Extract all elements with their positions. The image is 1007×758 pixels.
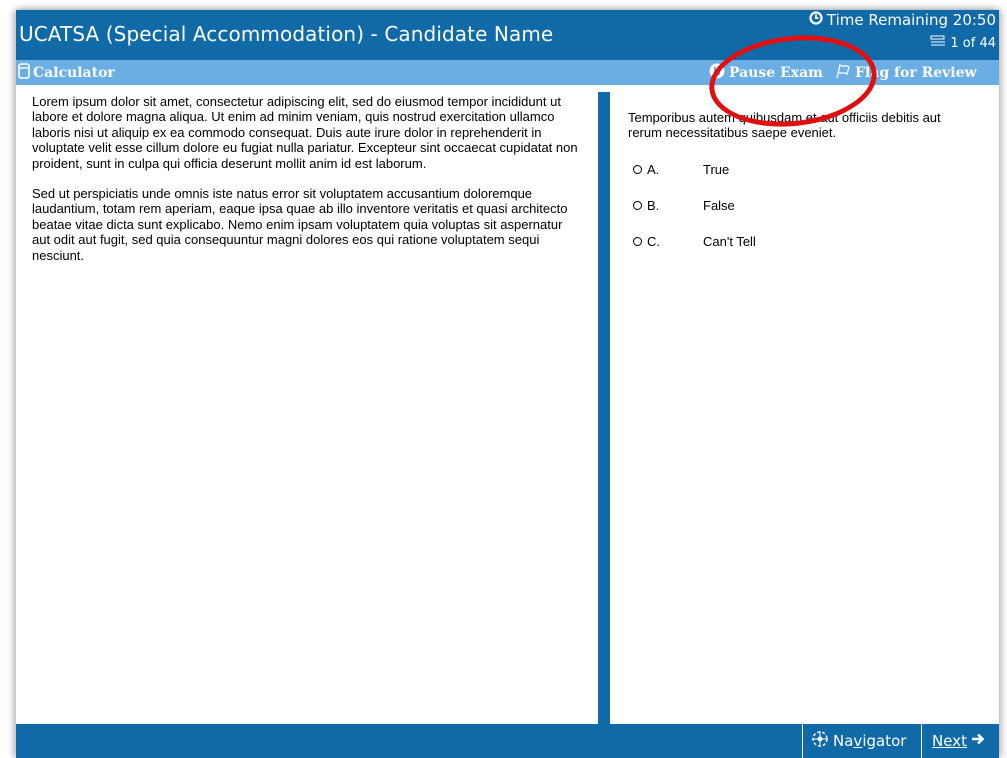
radio-button[interactable] [633, 237, 642, 246]
next-button[interactable]: Next [921, 724, 991, 758]
passage-paragraph: Sed ut perspiciatis unde omnis iste natu… [32, 186, 568, 263]
flag-for-review-label: Flag for Review [855, 65, 977, 81]
option-label: False [703, 198, 735, 213]
footer-bar: Navigator Next [16, 724, 999, 758]
clock-icon [809, 11, 823, 29]
option-b[interactable]: B. False [633, 198, 756, 234]
option-a[interactable]: A. True [633, 162, 756, 198]
pane-divider[interactable] [598, 92, 610, 733]
time-remaining-text: Time Remaining 20:50 [826, 11, 996, 29]
navigator-label: Navigator [833, 732, 907, 750]
option-label: Can't Tell [703, 234, 756, 249]
arrow-right-icon [971, 732, 985, 750]
next-label: Next [932, 732, 967, 750]
time-remaining: Time Remaining 20:50 [809, 11, 996, 29]
navigator-icon [811, 730, 829, 752]
flag-icon [835, 63, 851, 83]
app-title: UCATSA (Special Accommodation) - Candida… [19, 22, 554, 46]
exam-window: UCATSA (Special Accommodation) - Candida… [16, 10, 999, 758]
option-letter: C. [647, 234, 660, 249]
calculator-icon [18, 63, 30, 83]
radio-button[interactable] [633, 165, 642, 174]
question-stem: Temporibus autem quibusdam et aut offici… [628, 110, 941, 141]
option-letter: B. [647, 198, 660, 213]
passage-text: Lorem ipsum dolor sit amet, consectetur … [32, 94, 582, 278]
calculator-label: Calculator [33, 65, 115, 81]
option-c[interactable]: C. Can't Tell [633, 234, 756, 270]
calculator-button[interactable]: Calculator [18, 63, 115, 83]
question-counter-text: 1 of 44 [950, 35, 996, 51]
pause-exam-label: Pause Exam [729, 65, 823, 81]
title-bar: UCATSA (Special Accommodation) - Candida… [16, 10, 999, 60]
passage-paragraph: Lorem ipsum dolor sit amet, consectetur … [32, 94, 578, 171]
navigator-button[interactable]: Navigator [802, 724, 914, 758]
option-letter: A. [647, 162, 660, 177]
stack-icon [930, 35, 946, 51]
option-label: True [703, 162, 730, 177]
toolbar: Calculator Pause Exam Flag for Review [16, 60, 999, 85]
pause-exam-button[interactable]: Pause Exam [709, 63, 823, 83]
flag-for-review-button[interactable]: Flag for Review [835, 63, 977, 83]
pause-icon [709, 63, 725, 83]
question-counter: 1 of 44 [930, 35, 996, 51]
answer-options: A. True B. False C. Can't Tell [633, 162, 756, 270]
radio-button[interactable] [633, 201, 642, 210]
